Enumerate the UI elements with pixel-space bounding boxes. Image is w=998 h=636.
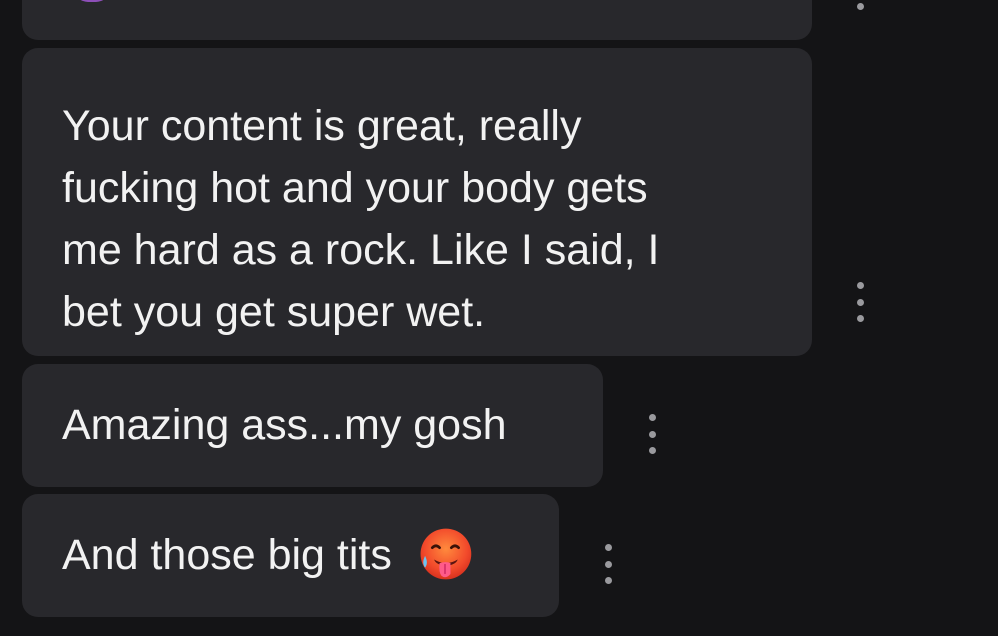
avatar [74,0,110,2]
more-vertical-icon[interactable] [854,0,866,10]
hot-face-emoji-icon [420,528,472,580]
more-vertical-icon[interactable] [646,414,658,454]
message-thread: Your content is great, really fucking ho… [0,0,998,636]
message-text: Amazing ass...my gosh [62,401,507,449]
message-bubble-partial[interactable] [22,0,812,40]
message-text: Your content is great, really fucking ho… [62,102,660,336]
message-bubble[interactable]: And those big tits [22,494,559,617]
message-bubble[interactable]: Amazing ass...my gosh [22,364,603,487]
more-vertical-icon[interactable] [602,544,614,584]
more-vertical-icon[interactable] [854,282,866,322]
message-text: And those big tits [62,531,392,579]
message-bubble[interactable]: Your content is great, really fucking ho… [22,48,812,356]
